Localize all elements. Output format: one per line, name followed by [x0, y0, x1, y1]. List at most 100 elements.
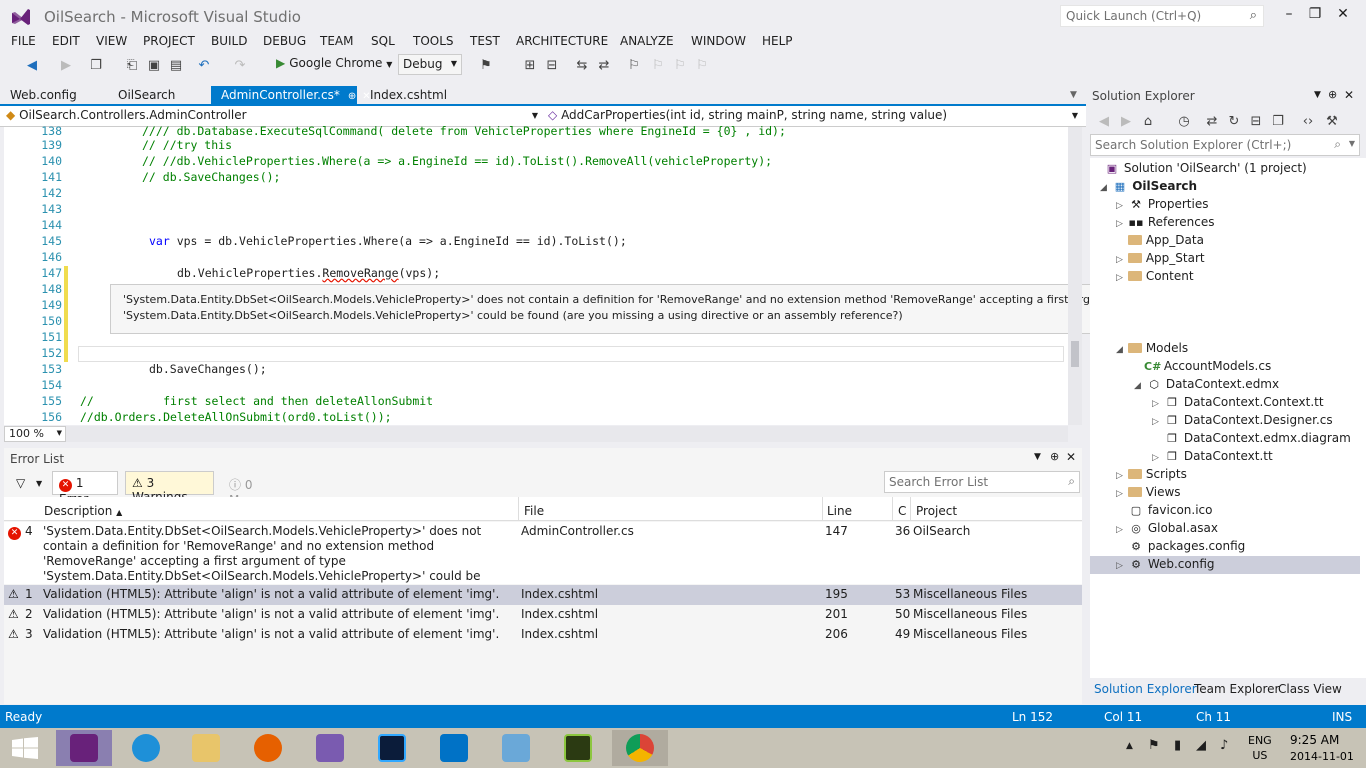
menu-file[interactable]: FILE	[11, 34, 36, 48]
show-all-files-icon[interactable]: ❐	[1270, 114, 1286, 130]
collapsed-icon[interactable]: ▷	[1116, 219, 1128, 229]
tree-item-context-tt[interactable]: ▷ ❐ DataContext.Context.tt	[1152, 395, 1324, 409]
taskbar-dreamweaver[interactable]	[550, 730, 606, 766]
close-panel-icon[interactable]: ✕	[1066, 450, 1076, 464]
expanded-icon[interactable]: ◢	[1134, 381, 1146, 391]
forward-icon[interactable]: ▶	[1118, 114, 1134, 130]
quick-launch-input[interactable]: Quick Launch (Ctrl+Q) ⌕	[1060, 5, 1264, 27]
tree-item-favicon[interactable]: ▢ favicon.ico	[1116, 503, 1213, 517]
solution-explorer-search-input[interactable]: Search Solution Explorer (Ctrl+;) ⌕ ▼	[1090, 134, 1360, 156]
start-debugging-button[interactable]: ▶ Google Chrome ▼	[276, 56, 392, 76]
tab-solution-explorer[interactable]: Solution Explorer	[1094, 682, 1197, 696]
redo-icon[interactable]: ↷	[232, 58, 248, 74]
column-separator[interactable]	[822, 497, 823, 521]
menu-analyze[interactable]: ANALYZE	[620, 34, 674, 48]
toolbar-icon-b[interactable]: ⊟	[544, 58, 560, 74]
tree-item-designer-cs[interactable]: ▷ ❐ DataContext.Designer.cs	[1152, 413, 1333, 427]
toolbar-icon-d[interactable]: ⇄	[596, 58, 612, 74]
collapsed-icon[interactable]: ▷	[1116, 561, 1128, 571]
open-file-icon[interactable]: ⎗	[124, 58, 140, 74]
menu-view[interactable]: VIEW	[96, 34, 127, 48]
bookmark-prev-icon[interactable]: ⚐	[650, 58, 666, 74]
close-panel-icon[interactable]: ✕	[1344, 88, 1354, 102]
toolbar-icon-a[interactable]: ⊞	[522, 58, 538, 74]
tab-class-view[interactable]: Class View	[1278, 682, 1342, 696]
filter-icon[interactable]: ▽	[16, 476, 25, 490]
warnings-filter-toggle[interactable]: ⚠ 3 Warnings	[125, 471, 214, 504]
menu-edit[interactable]: EDIT	[52, 34, 80, 48]
table-row[interactable]: ⚠ 3 Validation (HTML5): Attribute 'align…	[4, 625, 1082, 645]
show-hidden-icons[interactable]: ▲	[1126, 741, 1133, 751]
column-project[interactable]: Project	[916, 504, 957, 518]
menu-build[interactable]: BUILD	[211, 34, 247, 48]
tree-item-edmx-diagram[interactable]: ❐ DataContext.edmx.diagram	[1152, 431, 1351, 445]
taskbar-internet-explorer[interactable]	[118, 730, 174, 766]
taskbar-visual-studio-alt[interactable]	[302, 730, 358, 766]
collapse-all-icon[interactable]: ⊟	[1248, 114, 1264, 130]
zoom-level-select[interactable]: 100 % ▼	[4, 426, 66, 442]
table-row[interactable]: ⚠ 1 Validation (HTML5): Attribute 'align…	[4, 585, 1082, 605]
refresh-icon[interactable]: ↻	[1226, 114, 1242, 130]
collapsed-icon[interactable]: ▷	[1152, 417, 1164, 427]
bookmark-next-icon[interactable]: ⚐	[672, 58, 688, 74]
taskbar-file-explorer[interactable]	[178, 730, 234, 766]
tree-item-solution[interactable]: ▣ Solution 'OilSearch' (1 project)	[1104, 161, 1307, 175]
properties-wrench-icon[interactable]: ⚒	[1324, 114, 1340, 130]
save-all-icon[interactable]: ▤	[168, 58, 184, 74]
column-file[interactable]: File	[524, 504, 544, 518]
tab-admincontroller[interactable]: AdminController.cs* ⊕ ✕	[211, 86, 371, 106]
collapsed-icon[interactable]: ▷	[1116, 201, 1128, 211]
table-row[interactable]: ⚠ 2 Validation (HTML5): Attribute 'align…	[4, 605, 1082, 625]
taskbar-visual-studio[interactable]	[56, 730, 112, 766]
action-center-flag-icon[interactable]: ⚑	[1148, 738, 1160, 753]
pending-changes-icon[interactable]: ◷	[1176, 114, 1192, 130]
volume-icon[interactable]: ♪	[1220, 738, 1228, 753]
tree-item-models[interactable]: ◢ Models	[1116, 341, 1188, 355]
expanded-icon[interactable]: ◢	[1100, 183, 1112, 193]
maximize-button[interactable]: ❐	[1302, 4, 1328, 24]
menu-sql[interactable]: SQL	[371, 34, 395, 48]
pin-icon[interactable]: ⊕	[1328, 88, 1337, 101]
new-project-icon[interactable]: ❐	[88, 58, 104, 74]
tab-oilsearch[interactable]: OilSearch	[108, 86, 185, 106]
sync-icon[interactable]: ⇄	[1204, 114, 1220, 130]
clock-date[interactable]: 2014-11-01	[1290, 750, 1354, 763]
tree-item-web-config[interactable]: ▷ ⚙ Web.config	[1090, 556, 1360, 574]
bookmark-icon[interactable]: ⚐	[626, 58, 642, 74]
column-line[interactable]: Line	[827, 504, 852, 518]
tree-item-datacontext-edmx[interactable]: ◢ ⬡ DataContext.edmx	[1134, 377, 1279, 391]
view-code-icon[interactable]: ‹›	[1300, 114, 1316, 130]
expanded-icon[interactable]: ◢	[1116, 345, 1128, 355]
network-icon[interactable]: ◢	[1196, 738, 1206, 753]
collapsed-icon[interactable]: ▷	[1116, 471, 1128, 481]
editor-vertical-scrollbar[interactable]	[1068, 127, 1082, 425]
collapsed-icon[interactable]: ▷	[1116, 273, 1128, 283]
menu-test[interactable]: TEST	[470, 34, 500, 48]
toolbar-icon-c[interactable]: ⇆	[574, 58, 590, 74]
collapsed-icon[interactable]: ▷	[1116, 255, 1128, 265]
navigate-back-icon[interactable]: ◀	[24, 58, 40, 74]
browser-link-icon[interactable]: ⚑	[478, 58, 494, 74]
tree-item-accountmodels[interactable]: C# AccountModels.cs	[1144, 359, 1271, 373]
menu-project[interactable]: PROJECT	[143, 34, 195, 48]
tree-item-app-data[interactable]: App_Data	[1116, 233, 1204, 247]
input-language-indicator[interactable]: ENG US	[1248, 733, 1272, 763]
menu-tools[interactable]: TOOLS	[413, 34, 454, 48]
start-button[interactable]	[0, 730, 56, 766]
collapsed-icon[interactable]: ▷	[1116, 525, 1128, 535]
taskbar-chrome[interactable]	[612, 730, 668, 766]
panel-menu-icon[interactable]: ▼	[1034, 452, 1041, 462]
taskbar-remote-desktop[interactable]	[488, 730, 544, 766]
tree-item-properties[interactable]: ▷ ⚒ Properties	[1116, 197, 1208, 211]
bookmark-clear-icon[interactable]: ⚐	[694, 58, 710, 74]
tab-team-explorer[interactable]: Team Explorer	[1194, 682, 1280, 696]
messages-filter-toggle[interactable]: ⓘ 0 Messages	[222, 471, 314, 507]
errors-filter-toggle[interactable]: ✕ 1 Error	[52, 471, 118, 506]
tree-item-app-start[interactable]: ▷ App_Start	[1116, 251, 1205, 265]
column-separator[interactable]	[892, 497, 893, 521]
pin-icon[interactable]: ⊕	[1050, 450, 1059, 463]
menu-window[interactable]: WINDOW	[691, 34, 746, 48]
save-icon[interactable]: ▣	[146, 58, 162, 74]
tree-item-scripts[interactable]: ▷ Scripts	[1116, 467, 1187, 481]
tree-item-content[interactable]: ▷ Content	[1116, 269, 1194, 283]
